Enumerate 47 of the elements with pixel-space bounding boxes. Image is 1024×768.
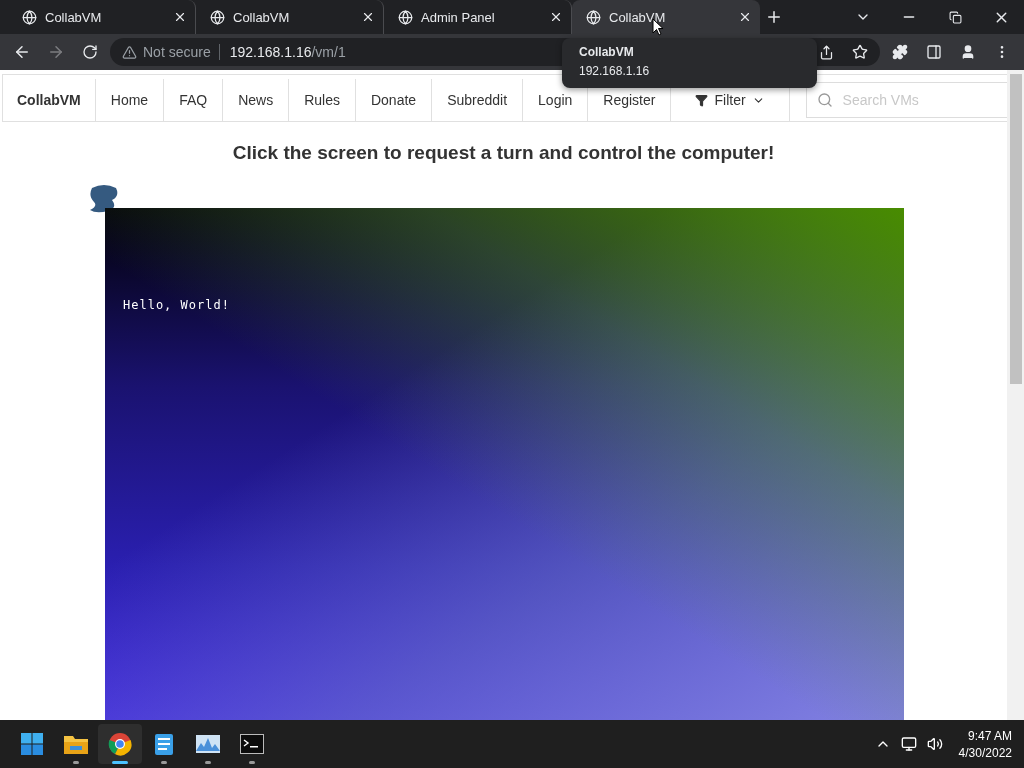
globe-icon bbox=[210, 9, 225, 25]
globe-icon bbox=[586, 9, 601, 25]
back-icon[interactable] bbox=[13, 43, 31, 61]
star-icon[interactable] bbox=[852, 44, 868, 60]
activity-monitor-icon bbox=[195, 733, 221, 755]
taskbar-button[interactable] bbox=[98, 724, 142, 764]
url-text: 192.168.1.16/vm/1 bbox=[229, 44, 346, 60]
warning-icon bbox=[122, 44, 137, 60]
nav-link[interactable]: Subreddit bbox=[432, 79, 524, 121]
close-icon[interactable] bbox=[549, 10, 563, 24]
reload-icon[interactable] bbox=[82, 44, 98, 60]
extensions-icon[interactable] bbox=[892, 44, 908, 60]
vm-screen[interactable]: Hello, World! bbox=[105, 208, 904, 720]
volume-icon[interactable] bbox=[926, 736, 943, 752]
security-label: Not secure bbox=[143, 44, 220, 60]
tooltip-url: 192.168.1.16 bbox=[579, 64, 651, 78]
chrome-icon bbox=[108, 732, 132, 756]
folder-icon bbox=[63, 733, 89, 755]
close-icon[interactable] bbox=[738, 10, 752, 24]
nav-link[interactable]: Home bbox=[95, 79, 165, 121]
globe-icon bbox=[22, 9, 37, 25]
nav-link[interactable]: FAQ bbox=[164, 79, 224, 121]
terminal-icon bbox=[240, 734, 264, 754]
nav-link[interactable]: News bbox=[223, 79, 290, 121]
nav-link[interactable]: Donate bbox=[355, 79, 433, 121]
clock[interactable]: 9:47 AM 4/30/2022 bbox=[958, 728, 1012, 760]
forward-icon[interactable] bbox=[47, 43, 65, 61]
side-panel-icon[interactable] bbox=[926, 44, 942, 60]
globe-icon bbox=[398, 9, 413, 25]
scrollbar[interactable] bbox=[1007, 70, 1024, 720]
close-icon[interactable] bbox=[173, 10, 187, 24]
profile-icon[interactable] bbox=[960, 44, 976, 60]
windows-icon bbox=[20, 732, 44, 756]
share-icon[interactable] bbox=[818, 44, 834, 60]
new-tab-icon[interactable] bbox=[765, 8, 783, 26]
nav-link[interactable]: Rules bbox=[289, 79, 356, 121]
search-icon bbox=[816, 92, 833, 108]
brand-link[interactable]: CollabVM bbox=[3, 79, 96, 121]
notepad-icon bbox=[154, 732, 174, 756]
vm-text: Hello, World! bbox=[123, 298, 230, 312]
restore-icon[interactable] bbox=[948, 10, 962, 24]
close-icon[interactable] bbox=[361, 10, 375, 24]
tooltip-title: CollabVM bbox=[579, 45, 635, 59]
page-heading: Click the screen to request a turn and control the computer! bbox=[231, 142, 776, 164]
filter-icon bbox=[695, 93, 709, 107]
network-icon[interactable] bbox=[900, 736, 917, 752]
browser-tab[interactable]: CollabVM bbox=[572, 0, 760, 34]
